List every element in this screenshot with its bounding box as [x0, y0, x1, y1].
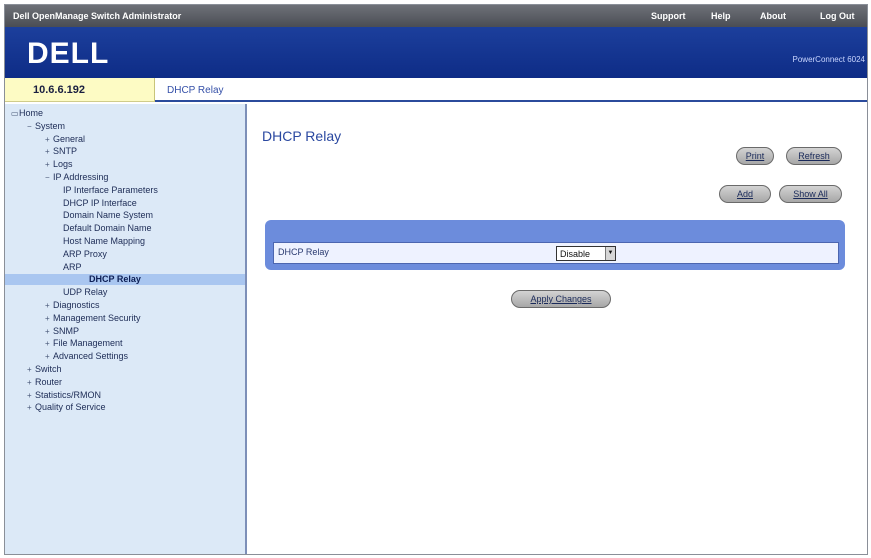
tree-item-label: Diagnostics [53, 300, 100, 310]
expand-icon[interactable]: + [27, 402, 35, 413]
tree-item[interactable]: + Quality of Service [27, 402, 106, 413]
expand-icon[interactable]: + [45, 159, 53, 170]
dhcp-relay-label: DHCP Relay [278, 247, 329, 257]
form-panel: DHCP Relay Disable ▼ [265, 220, 845, 270]
tree-item[interactable]: + SNTP [45, 146, 77, 157]
tree-item[interactable]: + Router [27, 377, 62, 388]
dhcp-relay-row: DHCP Relay Disable ▼ [273, 242, 839, 264]
tree-item[interactable]: Domain Name System [63, 210, 153, 221]
expand-icon[interactable]: + [27, 390, 35, 401]
tree-item-label: System [35, 120, 66, 131]
tree-item[interactable]: DHCP Relay [5, 274, 245, 286]
tree-item-label: UDP Relay [63, 287, 108, 298]
expand-icon[interactable]: + [45, 313, 53, 324]
main-content: DHCP Relay Print Refresh Add Show All DH… [249, 104, 867, 554]
nav-tree: ▭Home − System + General + SNTP + Logs − IP Addres… [5, 104, 247, 554]
support-link[interactable]: Support [651, 11, 686, 21]
tree-item[interactable]: − System [27, 121, 65, 132]
tree-item-label: Default Domain Name [63, 223, 152, 234]
app-title: Dell OpenManage Switch Administrator [13, 11, 182, 21]
tree-item[interactable]: DHCP IP Interface [63, 198, 137, 209]
tree-item-label: IP Addressing [53, 172, 109, 182]
dhcp-relay-select[interactable]: Disable ▼ [556, 246, 616, 261]
tree-item[interactable]: ARP [63, 262, 82, 273]
expand-icon[interactable]: + [45, 326, 53, 337]
tree-item-label: Router [35, 376, 63, 387]
tree-item-label: File Management [53, 338, 123, 349]
tree-item[interactable]: + Statistics/RMON [27, 390, 101, 401]
dhcp-relay-value: Disable [560, 249, 591, 259]
top-bar: Dell OpenManage Switch Administrator Sup… [5, 5, 867, 27]
brand-banner: DELL PowerConnect 6024 [5, 27, 867, 78]
tree-item-label: Switch [35, 364, 62, 374]
tree-item[interactable]: + Logs [45, 159, 73, 170]
tree-item[interactable]: − IP Addressing [45, 172, 108, 183]
print-button[interactable]: Print [736, 147, 774, 165]
home-icon: ▭ [11, 109, 19, 118]
expand-icon[interactable]: + [45, 146, 53, 157]
tree-item[interactable]: + Switch [27, 364, 62, 375]
tree-item[interactable]: UDP Relay [63, 287, 107, 298]
tree-item[interactable]: + Diagnostics [45, 300, 100, 311]
tree-item[interactable]: + Advanced Settings [45, 351, 128, 362]
logout-link[interactable]: Log Out [820, 11, 855, 21]
tree-item-label: DHCP Relay [89, 274, 141, 285]
tree-item-label: Home [19, 108, 44, 118]
tree-item-label: ARP Proxy [63, 248, 107, 259]
expand-icon[interactable]: + [45, 338, 53, 349]
expand-icon[interactable]: + [45, 134, 53, 145]
tree-item[interactable]: IP Interface Parameters [63, 185, 158, 196]
app-window: Dell OpenManage Switch Administrator Sup… [4, 4, 868, 555]
dell-logo: DELL [27, 37, 109, 70]
tree-item[interactable]: + Management Security [45, 313, 141, 324]
expand-icon[interactable]: + [27, 377, 35, 388]
tree-item-label: Statistics/RMON [35, 389, 102, 400]
expand-icon[interactable]: + [27, 364, 35, 375]
chevron-down-icon[interactable]: ▼ [605, 247, 615, 260]
tree-item[interactable]: + File Management [45, 338, 123, 349]
tree-item-label: General [53, 133, 86, 144]
tree-item-label: SNTP [53, 146, 78, 157]
tree-item-label: SNMP [53, 325, 80, 336]
dell-logo-text: DELL [27, 37, 109, 70]
about-link[interactable]: About [760, 11, 786, 21]
model-name: PowerConnect 6024 [792, 55, 866, 64]
tree-item-label: Logs [53, 159, 73, 170]
expand-icon[interactable]: + [45, 300, 53, 311]
tree-item[interactable]: ▭Home [11, 108, 43, 119]
tree-item[interactable]: + SNMP [45, 326, 79, 337]
tree-item-label: Quality of Service [35, 402, 106, 413]
tree-item[interactable]: Default Domain Name [63, 223, 152, 234]
breadcrumb: DHCP Relay [167, 85, 224, 96]
show-all-button[interactable]: Show All [779, 185, 842, 203]
tree-item-label: ARP [63, 261, 82, 272]
tree-item-label: DHCP IP Interface [63, 197, 137, 208]
collapse-icon[interactable]: − [27, 121, 35, 132]
tree-item-label: Advanced Settings [53, 351, 129, 362]
device-address: 10.6.6.192 [5, 78, 155, 102]
address-row: 10.6.6.192 DHCP Relay [5, 78, 867, 102]
tree-item-label: Host Name Mapping [63, 236, 146, 246]
tree-item-label: IP Interface Parameters [63, 184, 158, 195]
device-ip: 10.6.6.192 [33, 84, 85, 96]
tree-item-label: Domain Name System [63, 210, 154, 221]
page-title: DHCP Relay [262, 128, 342, 144]
tree-item[interactable]: + General [45, 134, 85, 145]
tree-item[interactable]: Host Name Mapping [63, 236, 145, 247]
refresh-button[interactable]: Refresh [786, 147, 842, 165]
collapse-icon[interactable]: − [45, 172, 53, 183]
tree-item[interactable]: ARP Proxy [63, 249, 107, 260]
help-link[interactable]: Help [711, 11, 731, 21]
tree-item-label: Management Security [53, 312, 141, 323]
apply-changes-button[interactable]: Apply Changes [511, 290, 611, 308]
expand-icon[interactable]: + [45, 351, 53, 362]
add-button[interactable]: Add [719, 185, 771, 203]
